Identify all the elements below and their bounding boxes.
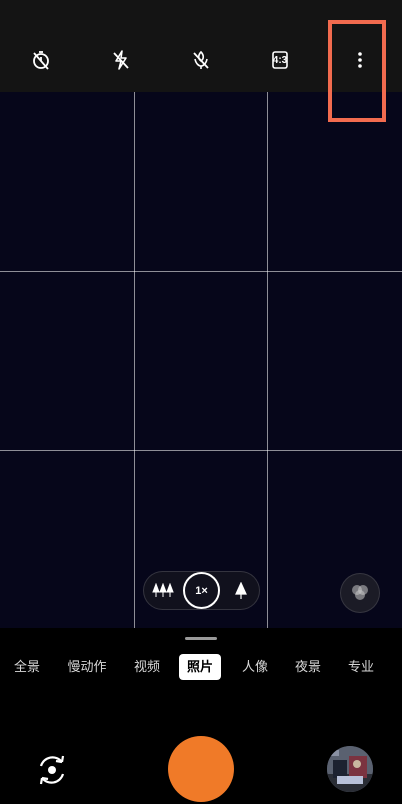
wide-angle-trees-icon[interactable] [150,579,176,603]
aspect-ratio-icon[interactable]: 4:3 [260,40,300,80]
mode-night[interactable]: 夜景 [293,654,323,680]
filter-circles-icon[interactable] [340,573,380,613]
grid-line [0,450,402,451]
grid-line [0,271,402,272]
mode-video[interactable]: 视频 [132,654,162,680]
gallery-thumbnail[interactable] [327,746,373,792]
switch-camera-icon[interactable] [30,748,74,792]
zoom-1x-button[interactable]: 1× [183,572,220,609]
zoom-selector: 1× [143,571,260,610]
camera-viewfinder[interactable] [0,92,402,628]
mode-panorama[interactable]: 全景 [12,654,42,680]
flash-off-icon[interactable] [101,40,141,80]
grid-line [134,92,135,628]
mode-photo[interactable]: 照片 [179,654,222,680]
aspect-ratio-label: 4:3 [272,54,288,66]
mode-portrait[interactable]: 人像 [240,654,270,680]
timer-off-icon[interactable] [21,40,61,80]
telephoto-tree-icon[interactable] [230,580,252,602]
highlight-box [328,20,386,122]
mode-selector: 全景 慢动作 视频 照片 人像 夜景 专业 [0,654,402,682]
mode-pro[interactable]: 专业 [346,654,376,680]
bottom-panel: 全景 慢动作 视频 照片 人像 夜景 专业 [0,628,402,804]
macro-off-icon[interactable] [181,40,221,80]
shutter-button[interactable] [168,736,234,802]
drag-handle[interactable] [185,637,217,640]
mode-slow-motion[interactable]: 慢动作 [66,654,108,680]
grid-line [267,92,268,628]
